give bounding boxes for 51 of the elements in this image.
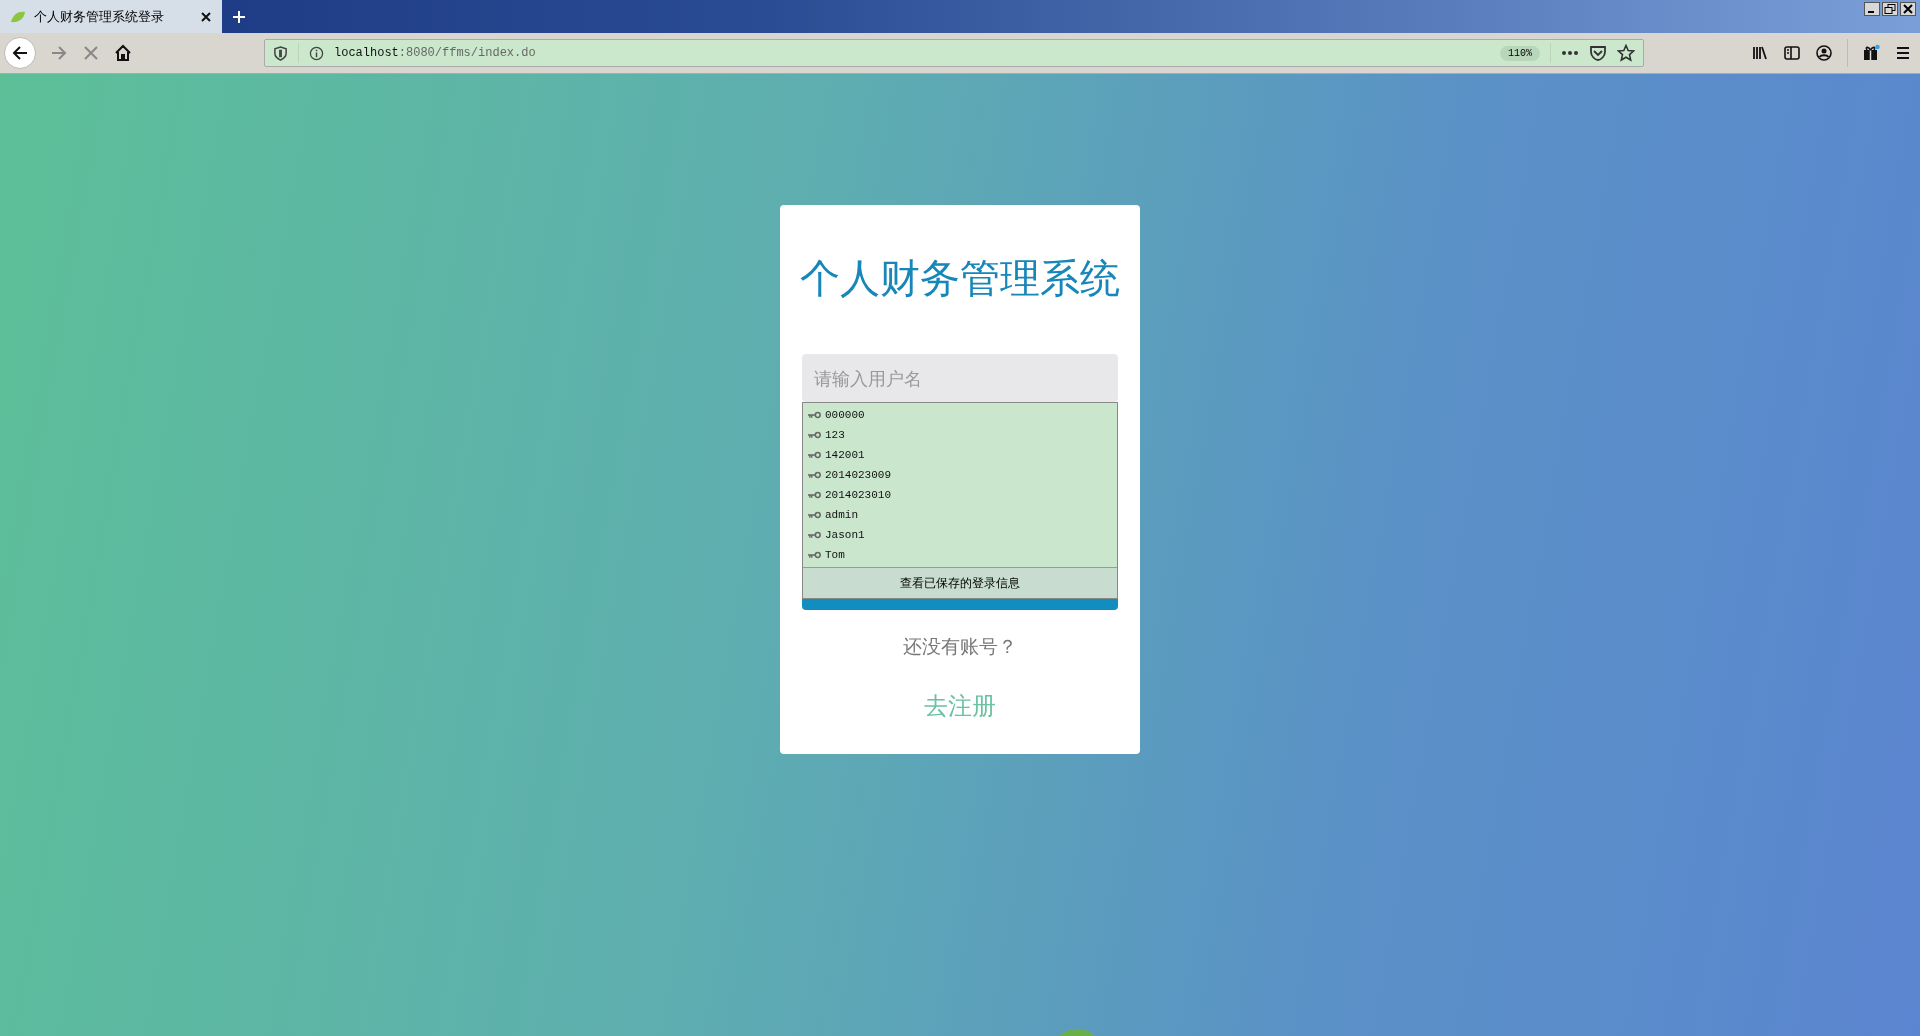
home-icon[interactable] bbox=[114, 44, 132, 62]
new-tab-icon[interactable] bbox=[232, 9, 246, 24]
view-saved-logins-button[interactable]: 查看已保存的登录信息 bbox=[803, 567, 1117, 598]
sidebar-icon[interactable] bbox=[1783, 44, 1801, 62]
restore-icon[interactable] bbox=[1882, 2, 1898, 16]
saved-login-item[interactable]: 142001 bbox=[803, 445, 1117, 465]
key-icon bbox=[808, 411, 821, 419]
pocket-icon[interactable] bbox=[1589, 44, 1607, 62]
saved-username: Jason1 bbox=[825, 529, 865, 541]
saved-username: admin bbox=[825, 509, 858, 521]
shield-icon[interactable] bbox=[273, 45, 288, 61]
key-icon bbox=[808, 451, 821, 459]
address-bar[interactable]: localhost:8080/ffms/index.do 110% bbox=[264, 39, 1644, 67]
library-icon[interactable] bbox=[1751, 44, 1769, 62]
minimize-icon[interactable] bbox=[1864, 2, 1880, 16]
saved-login-item[interactable]: admin bbox=[803, 505, 1117, 525]
saved-username: 123 bbox=[825, 429, 845, 441]
key-icon bbox=[808, 491, 821, 499]
saved-username: 2014023009 bbox=[825, 469, 891, 481]
saved-username: 142001 bbox=[825, 449, 865, 461]
more-icon[interactable] bbox=[1561, 50, 1579, 56]
key-icon bbox=[808, 431, 821, 439]
key-icon bbox=[808, 471, 821, 479]
star-icon[interactable] bbox=[1617, 44, 1635, 62]
browser-tab[interactable]: 个人财务管理系统登录 bbox=[0, 0, 222, 33]
back-arrow-icon bbox=[11, 44, 29, 62]
key-icon bbox=[808, 511, 821, 519]
tab-title: 个人财务管理系统登录 bbox=[34, 7, 165, 26]
back-button[interactable] bbox=[4, 37, 36, 69]
saved-login-item[interactable]: 123 bbox=[803, 425, 1117, 445]
info-icon[interactable] bbox=[309, 45, 324, 61]
key-icon bbox=[808, 531, 821, 539]
saved-login-item[interactable]: Tom bbox=[803, 545, 1117, 565]
close-tab-icon[interactable] bbox=[200, 10, 212, 23]
saved-username: 2014023010 bbox=[825, 489, 891, 501]
gift-icon[interactable] bbox=[1862, 44, 1880, 62]
saved-login-item[interactable]: 2014023010 bbox=[803, 485, 1117, 505]
url-text: localhost:8080/ffms/index.do bbox=[334, 46, 536, 60]
username-field[interactable]: 请输入用户名 bbox=[802, 354, 1118, 402]
zoom-level-badge[interactable]: 110% bbox=[1500, 45, 1540, 61]
saved-login-item[interactable]: 2014023009 bbox=[803, 465, 1117, 485]
saved-login-item[interactable]: 000000 bbox=[803, 405, 1117, 425]
close-icon[interactable] bbox=[1900, 2, 1916, 16]
saved-login-item[interactable]: Jason1 bbox=[803, 525, 1117, 545]
no-account-text: 还没有账号？ bbox=[903, 634, 1017, 659]
app-title: 个人财务管理系统 bbox=[800, 254, 1120, 303]
menu-icon[interactable] bbox=[1894, 44, 1912, 62]
saved-username: Tom bbox=[825, 549, 845, 561]
account-icon[interactable] bbox=[1815, 44, 1833, 62]
saved-username: 000000 bbox=[825, 409, 865, 421]
key-icon bbox=[808, 551, 821, 559]
